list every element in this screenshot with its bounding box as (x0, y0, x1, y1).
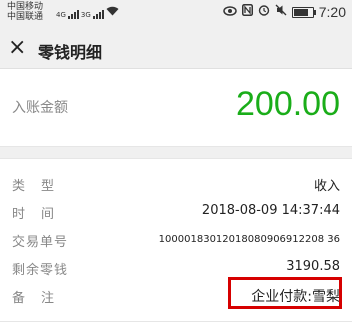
detail-label: 时间 (12, 207, 71, 222)
detail-value: 2018-08-09 14:37:44 (201, 203, 340, 218)
amount-card: 入账金额 200.00 (0, 69, 352, 147)
detail-value: 收入 (313, 179, 340, 194)
carrier-1: 中国移动 (7, 2, 44, 12)
battery-fill (293, 8, 309, 16)
signal-1-icon (67, 9, 79, 19)
nfc-icon (241, 4, 253, 20)
status-icons: 7:20 (223, 4, 346, 20)
eye-icon (223, 4, 237, 20)
detail-label: 交易单号 (12, 235, 69, 250)
amount-value: 200.00 (236, 85, 340, 123)
network-2-label: 3G (80, 11, 91, 19)
detail-label: 备注 (12, 291, 71, 306)
signal-2-icon (92, 9, 104, 19)
divider (0, 321, 352, 322)
page-title: 零钱明细 (38, 43, 103, 62)
highlight-box (228, 277, 342, 309)
title-bar: × 零钱明细 (0, 30, 352, 69)
detail-row-time: 时间 2018-08-09 14:37:44 (0, 199, 352, 225)
detail-value: 3190.58 (286, 259, 340, 274)
mute-icon (275, 4, 287, 20)
detail-label: 类型 (12, 179, 71, 194)
close-icon[interactable]: × (8, 36, 26, 60)
detail-row-type: 类型 收入 (0, 171, 352, 197)
battery-icon (291, 6, 316, 18)
amount-label: 入账金额 (12, 100, 68, 116)
details-list: 类型 收入 时间 2018-08-09 14:37:44 交易单号 100001… (0, 158, 352, 328)
signal-indicators: 4G 3G (56, 6, 119, 19)
detail-value: 10000183012018080906912208 36 (158, 234, 340, 245)
detail-label: 剩余零钱 (12, 263, 69, 278)
clock: 7:20 (318, 4, 346, 20)
status-bar: 中国移动 中国联通 4G 3G 7:20 (0, 0, 352, 30)
detail-row-transaction-id: 交易单号 10000183012018080906912208 36 (0, 227, 352, 253)
network-1-label: 4G (56, 11, 66, 19)
carrier-2: 中国联通 (7, 12, 44, 22)
carrier-info: 中国移动 中国联通 (7, 2, 43, 22)
alarm-icon (258, 4, 270, 20)
wifi-icon (106, 6, 119, 19)
